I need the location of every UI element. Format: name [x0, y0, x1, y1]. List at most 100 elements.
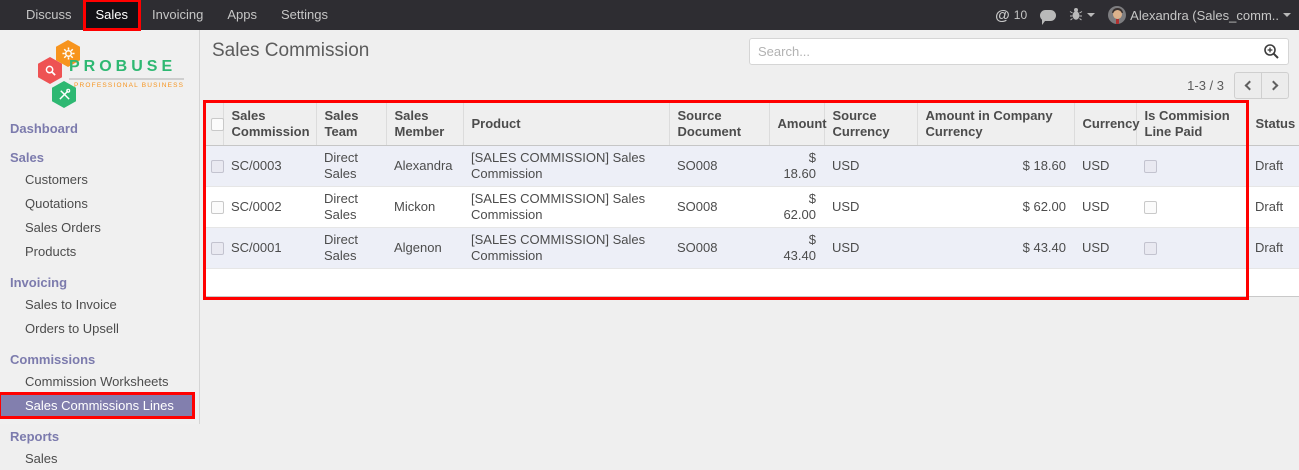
sidebar-item-sales[interactable]: Sales [0, 447, 199, 470]
select-all-checkbox[interactable] [211, 118, 224, 131]
cell-sales-team: Direct Sales [316, 228, 386, 269]
chevron-right-icon [1269, 81, 1279, 91]
column-header-sales-member[interactable]: Sales Member [386, 103, 463, 146]
activities-count: 10 [1014, 8, 1027, 22]
sidebar-section-commissions[interactable]: Commissions [0, 349, 199, 369]
sidebar-section-invoicing[interactable]: Invoicing [0, 272, 199, 292]
sidebar-section-dashboard[interactable]: Dashboard [0, 118, 199, 138]
sidebar-nav: DashboardSalesCustomersQuotationsSales O… [0, 118, 199, 470]
user-name: Alexandra (Sales_comm.. [1130, 8, 1279, 23]
sales-commission-table: Sales CommissionSales TeamSales MemberPr… [203, 103, 1299, 269]
sidebar-section-sales[interactable]: Sales [0, 147, 199, 167]
table-footer-strip [203, 269, 1299, 297]
column-header-source-currency[interactable]: Source Currency [824, 103, 917, 146]
cell-sales-member: Mickon [386, 187, 463, 228]
cell-is-commision-line-paid [1136, 187, 1247, 228]
cell-sales-commission: SC/0003 [223, 146, 316, 187]
sidebar-item-customers[interactable]: Customers [0, 168, 199, 191]
row-select-checkbox[interactable] [211, 242, 224, 255]
chevron-left-icon [1245, 81, 1255, 91]
logo-tagline-text: PROFESSIONAL BUSINESS [69, 82, 184, 89]
cell-sales-commission: SC/0001 [223, 228, 316, 269]
sidebar-item-products[interactable]: Products [0, 240, 199, 263]
bug-icon [1069, 7, 1083, 24]
sidebar-section-reports[interactable]: Reports [0, 426, 199, 446]
column-header-amount[interactable]: Amount [769, 103, 824, 146]
column-header-source-document[interactable]: Source Document [669, 103, 769, 146]
cell-amount-in-company-currency: $ 18.60 [917, 146, 1074, 187]
search-box [749, 38, 1289, 65]
search-input[interactable] [758, 44, 1263, 59]
page-title: Sales Commission [212, 40, 369, 62]
column-header-amount-in-company-currency[interactable]: Amount in Company Currency [917, 103, 1074, 146]
column-header-status[interactable]: Status [1247, 103, 1299, 146]
cell-currency: USD [1074, 187, 1136, 228]
table-row[interactable]: SC/0001Direct SalesAlgenon[SALES COMMISS… [203, 228, 1299, 269]
sidebar-item-orders-to-upsell[interactable]: Orders to Upsell [0, 317, 199, 340]
chevron-down-icon [1283, 13, 1291, 17]
cell-source-currency: USD [824, 228, 917, 269]
column-header-sales-commission[interactable]: Sales Commission [223, 103, 316, 146]
logo-brand-text: PROBUSE [69, 58, 184, 80]
is-paid-checkbox[interactable] [1144, 160, 1157, 173]
cell-sales-commission: SC/0002 [223, 187, 316, 228]
cell-amount-in-company-currency: $ 43.40 [917, 228, 1074, 269]
sidebar-item-sales-to-invoice[interactable]: Sales to Invoice [0, 293, 199, 316]
cell-source-document: SO008 [669, 187, 769, 228]
cell-amount: $ 62.00 [769, 187, 824, 228]
cell-status: Draft [1247, 187, 1299, 228]
topnav-item-invoicing[interactable]: Invoicing [140, 0, 215, 30]
topnav-item-sales[interactable]: Sales [84, 0, 141, 30]
table-row[interactable]: SC/0003Direct SalesAlexandra[SALES COMMI… [203, 146, 1299, 187]
top-navbar: DiscussSalesInvoicingAppsSettings @ 10 [0, 0, 1299, 30]
column-header-is-commision-line-paid[interactable]: Is Commision Line Paid [1136, 103, 1247, 146]
search-icon[interactable] [1263, 43, 1280, 60]
control-panel: Sales Commission 1-3 / 3 [201, 30, 1299, 103]
user-menu[interactable]: Alexandra (Sales_comm.. [1108, 6, 1291, 24]
cell-amount: $ 18.60 [769, 146, 824, 187]
cell-is-commision-line-paid [1136, 146, 1247, 187]
messages-icon[interactable] [1040, 10, 1056, 21]
pager-next-button[interactable] [1261, 72, 1289, 99]
cell-sales-team: Direct Sales [316, 187, 386, 228]
cell-sales-team: Direct Sales [316, 146, 386, 187]
table-row[interactable]: SC/0002Direct SalesMickon[SALES COMMISSI… [203, 187, 1299, 228]
cell-status: Draft [1247, 146, 1299, 187]
activities-menu[interactable]: @ 10 [995, 7, 1027, 24]
cell-currency: USD [1074, 228, 1136, 269]
pager-range: 1-3 / 3 [1187, 78, 1224, 93]
cell-amount-in-company-currency: $ 62.00 [917, 187, 1074, 228]
column-header-product[interactable]: Product [463, 103, 669, 146]
topbar-right: @ 10 Alexandra (Sales_comm.. [995, 6, 1299, 24]
cell-product: [SALES COMMISSION] Sales Commission [463, 228, 669, 269]
topnav-item-settings[interactable]: Settings [269, 0, 340, 30]
pager: 1-3 / 3 [1187, 72, 1289, 99]
pager-previous-button[interactable] [1234, 72, 1262, 99]
sidebar-item-quotations[interactable]: Quotations [0, 192, 199, 215]
row-select-checkbox[interactable] [211, 160, 224, 173]
cell-source-document: SO008 [669, 228, 769, 269]
sidebar-item-commission-worksheets[interactable]: Commission Worksheets [0, 370, 199, 393]
is-paid-checkbox[interactable] [1144, 201, 1157, 214]
table-header-row: Sales CommissionSales TeamSales MemberPr… [203, 103, 1299, 146]
sidebar: PROBUSE PROFESSIONAL BUSINESS Dashboard S… [0, 30, 200, 424]
cell-sales-member: Alexandra [386, 146, 463, 187]
row-select-checkbox[interactable] [211, 201, 224, 214]
cell-is-commision-line-paid [1136, 228, 1247, 269]
cell-status: Draft [1247, 228, 1299, 269]
avatar [1108, 6, 1126, 24]
column-header-sales-team[interactable]: Sales Team [316, 103, 386, 146]
cell-sales-member: Algenon [386, 228, 463, 269]
cell-amount: $ 43.40 [769, 228, 824, 269]
debug-menu[interactable] [1069, 7, 1095, 24]
sidebar-item-sales-commissions-lines[interactable]: Sales Commissions Lines [0, 394, 193, 417]
topnav-item-discuss[interactable]: Discuss [14, 0, 84, 30]
top-menu: DiscussSalesInvoicingAppsSettings [14, 0, 340, 30]
is-paid-checkbox[interactable] [1144, 242, 1157, 255]
sidebar-item-sales-orders[interactable]: Sales Orders [0, 216, 199, 239]
main-content: Sales Commission 1-3 / 3 Sales Commissio… [201, 30, 1299, 424]
topnav-item-apps[interactable]: Apps [215, 0, 269, 30]
cell-product: [SALES COMMISSION] Sales Commission [463, 146, 669, 187]
chevron-down-icon [1087, 13, 1095, 17]
column-header-currency[interactable]: Currency [1074, 103, 1136, 146]
